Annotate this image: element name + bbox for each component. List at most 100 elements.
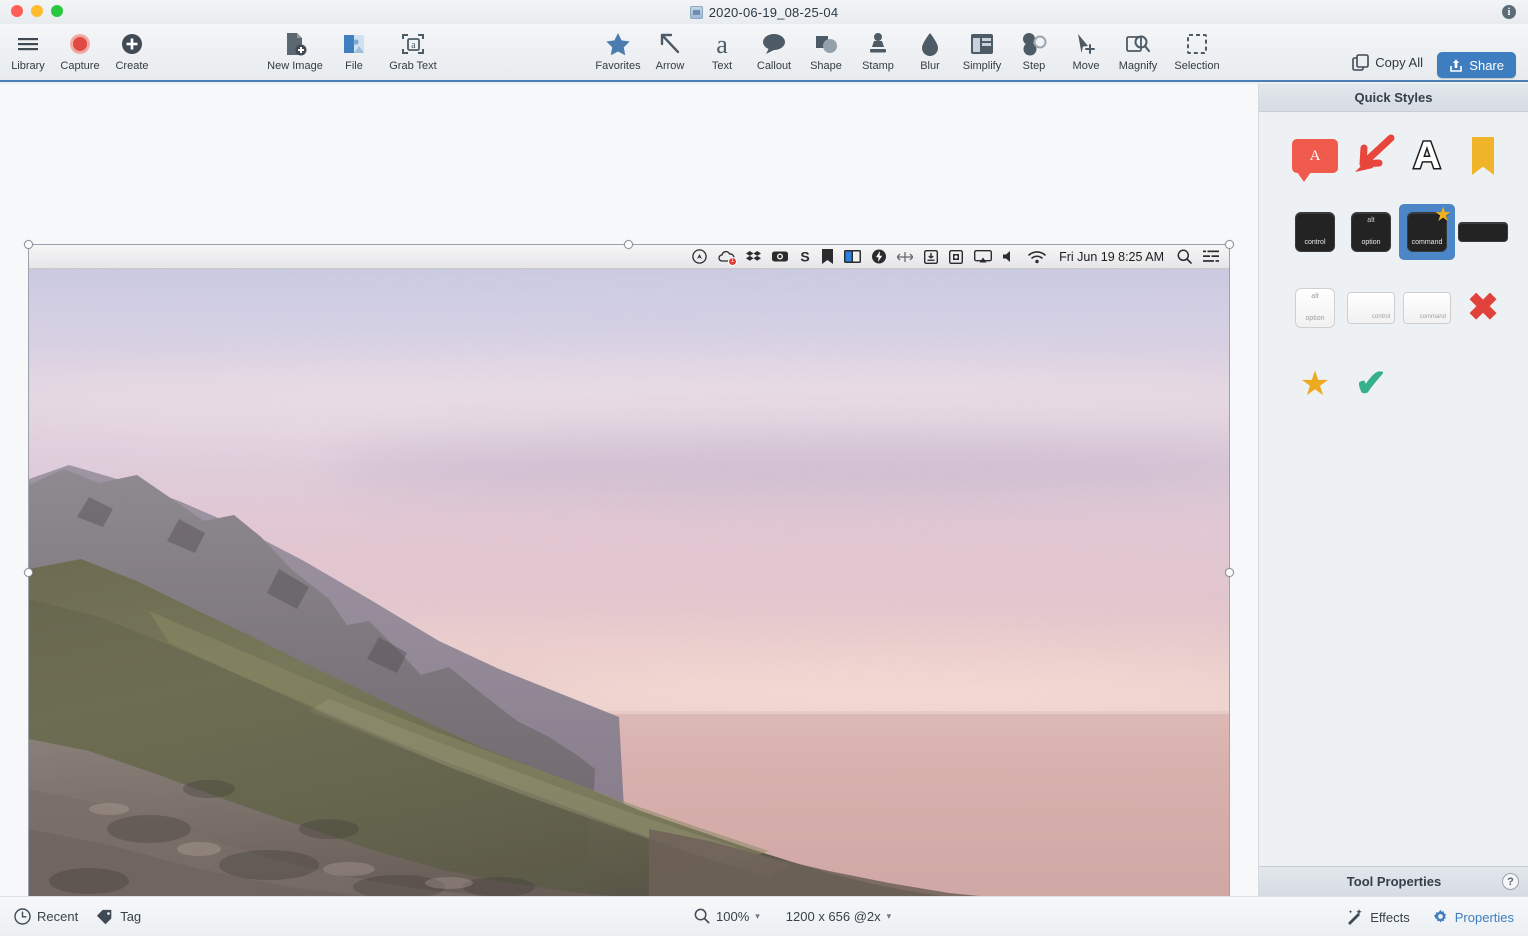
quick-style-check-green[interactable]: ✔ [1343, 356, 1399, 412]
text-outline-letter: A [1412, 135, 1443, 177]
grab-text-button[interactable]: a Grab Text [380, 28, 446, 72]
quick-styles-grid: A A control alt option command ★ alt opt… [1259, 112, 1528, 428]
quick-style-key-control-dark[interactable]: control [1287, 204, 1343, 260]
selection-handle-tl[interactable] [24, 240, 33, 249]
simplify-icon [970, 31, 994, 57]
arrow-red-icon [1355, 134, 1395, 172]
zoom-control[interactable]: 100% ▾ [694, 908, 760, 924]
captured-photo [29, 269, 1229, 901]
bookmark-icon [822, 249, 834, 264]
clock-icon [14, 908, 31, 925]
svg-text:a: a [716, 32, 728, 56]
selection-handle-tc[interactable] [624, 240, 633, 249]
toolbar-tools-group: Favorites Arrow a Text Callout Shape Sta… [592, 28, 1230, 72]
tool-arrow-label: Arrow [655, 60, 685, 72]
status-center-group: 100% ▾ 1200 x 656 @2x ▾ [694, 908, 891, 924]
tool-stamp[interactable]: Stamp [852, 28, 904, 72]
plus-circle-icon [121, 31, 143, 57]
airplay-icon [974, 249, 993, 264]
tool-step[interactable]: Step [1008, 28, 1060, 72]
star-stamp-icon: ★ [1299, 365, 1331, 403]
tool-properties-header: Tool Properties ? [1259, 866, 1528, 896]
quick-style-arrow-red[interactable] [1343, 128, 1399, 184]
recent-button[interactable]: Recent [14, 908, 78, 925]
dimensions-caret-icon[interactable]: ▾ [887, 911, 892, 922]
grab-text-icon: a [401, 31, 425, 57]
callout-letter: A [1309, 147, 1321, 164]
tool-simplify[interactable]: Simplify [956, 28, 1008, 72]
quick-style-callout-red-a[interactable]: A [1287, 128, 1343, 184]
selection-handle-tr[interactable] [1225, 240, 1234, 249]
new-image-label: New Image [267, 60, 323, 72]
callout-bubble-icon [761, 31, 787, 57]
capture-button[interactable]: Capture [54, 28, 106, 72]
new-image-button[interactable]: New Image [262, 28, 328, 72]
camera-icon [772, 250, 789, 263]
share-upload-icon [1449, 58, 1463, 73]
tool-move-label: Move [1072, 60, 1100, 72]
dimensions-control[interactable]: 1200 x 656 @2x ▾ [786, 909, 891, 924]
file-label: File [345, 60, 363, 72]
tool-blur[interactable]: Blur [904, 28, 956, 72]
copy-all-button[interactable]: Copy All [1352, 54, 1423, 71]
search-icon [1177, 249, 1192, 264]
key-label: option [1305, 315, 1325, 322]
tool-arrow[interactable]: Arrow [644, 28, 696, 72]
tool-favorites[interactable]: Favorites [592, 28, 644, 72]
right-panel: Quick Styles A A control alt option comm… [1258, 84, 1528, 896]
quick-style-key-command-dark[interactable]: command ★ [1399, 204, 1455, 260]
tool-text[interactable]: a Text [696, 28, 748, 72]
quick-style-star-yellow[interactable]: ★ [1287, 356, 1343, 412]
canvas-area[interactable]: 1 S Fri Jun 19 8:25 AM [0, 84, 1258, 906]
menubar-clock: Fri Jun 19 8:25 AM [1059, 249, 1164, 264]
selection-handle-ml[interactable] [24, 568, 33, 577]
tool-magnify[interactable]: Magnify [1112, 28, 1164, 72]
effects-button[interactable]: Effects [1346, 908, 1410, 926]
lightning-bolt-icon [872, 249, 887, 264]
quick-style-key-wide-dark[interactable] [1455, 204, 1511, 260]
tool-callout[interactable]: Callout [748, 28, 800, 72]
embedded-screenshot[interactable]: 1 S Fri Jun 19 8:25 AM [29, 245, 1229, 901]
quick-style-key-command-light[interactable]: command [1399, 280, 1455, 336]
quick-style-key-control-light[interactable]: control [1343, 280, 1399, 336]
quick-style-x-red[interactable]: ✖ [1455, 280, 1511, 336]
main-toolbar: Library Capture Create New Image File a … [0, 24, 1528, 82]
quick-style-bookmark-yellow[interactable] [1455, 128, 1511, 184]
copy-all-label: Copy All [1375, 55, 1423, 70]
tool-selection-label: Selection [1174, 60, 1220, 72]
share-button[interactable]: Share [1437, 52, 1516, 78]
zoom-caret-icon[interactable]: ▾ [755, 911, 760, 922]
quick-style-key-option-dark[interactable]: alt option [1343, 204, 1399, 260]
tool-step-label: Step [1022, 60, 1046, 72]
step-icon [1021, 31, 1047, 57]
image-file-icon [689, 5, 703, 19]
help-button[interactable]: ? [1502, 873, 1519, 890]
key-top-label: alt [1367, 217, 1375, 224]
tool-simplify-label: Simplify [962, 60, 1002, 72]
selection-handle-mr[interactable] [1225, 568, 1234, 577]
control-center-icon [1203, 250, 1219, 263]
tool-selection[interactable]: Selection [1164, 28, 1230, 72]
tool-move[interactable]: Move [1060, 28, 1112, 72]
quick-style-key-option-light[interactable]: alt option [1287, 280, 1343, 336]
grab-text-label: Grab Text [389, 60, 437, 72]
tag-button[interactable]: Tag [96, 909, 141, 925]
tool-callout-label: Callout [756, 60, 792, 72]
key-dark-wide [1458, 222, 1508, 242]
volume-icon [1003, 250, 1017, 263]
library-button[interactable]: Library [2, 28, 54, 72]
properties-button[interactable]: Properties [1432, 909, 1514, 926]
properties-label: Properties [1454, 909, 1514, 925]
split-panel-icon [844, 250, 862, 263]
key-dark-command: command ★ [1407, 205, 1452, 252]
quick-style-text-outline-a[interactable]: A [1399, 128, 1455, 184]
magnify-icon [1126, 31, 1150, 57]
library-label: Library [11, 60, 45, 72]
tool-shape[interactable]: Shape [800, 28, 852, 72]
info-icon[interactable]: i [1502, 5, 1516, 19]
create-button[interactable]: Create [106, 28, 158, 72]
status-right-group: Effects Properties [1346, 908, 1514, 926]
file-button[interactable]: File [328, 28, 380, 72]
recent-label: Recent [37, 909, 79, 924]
svg-text:a: a [411, 40, 416, 51]
